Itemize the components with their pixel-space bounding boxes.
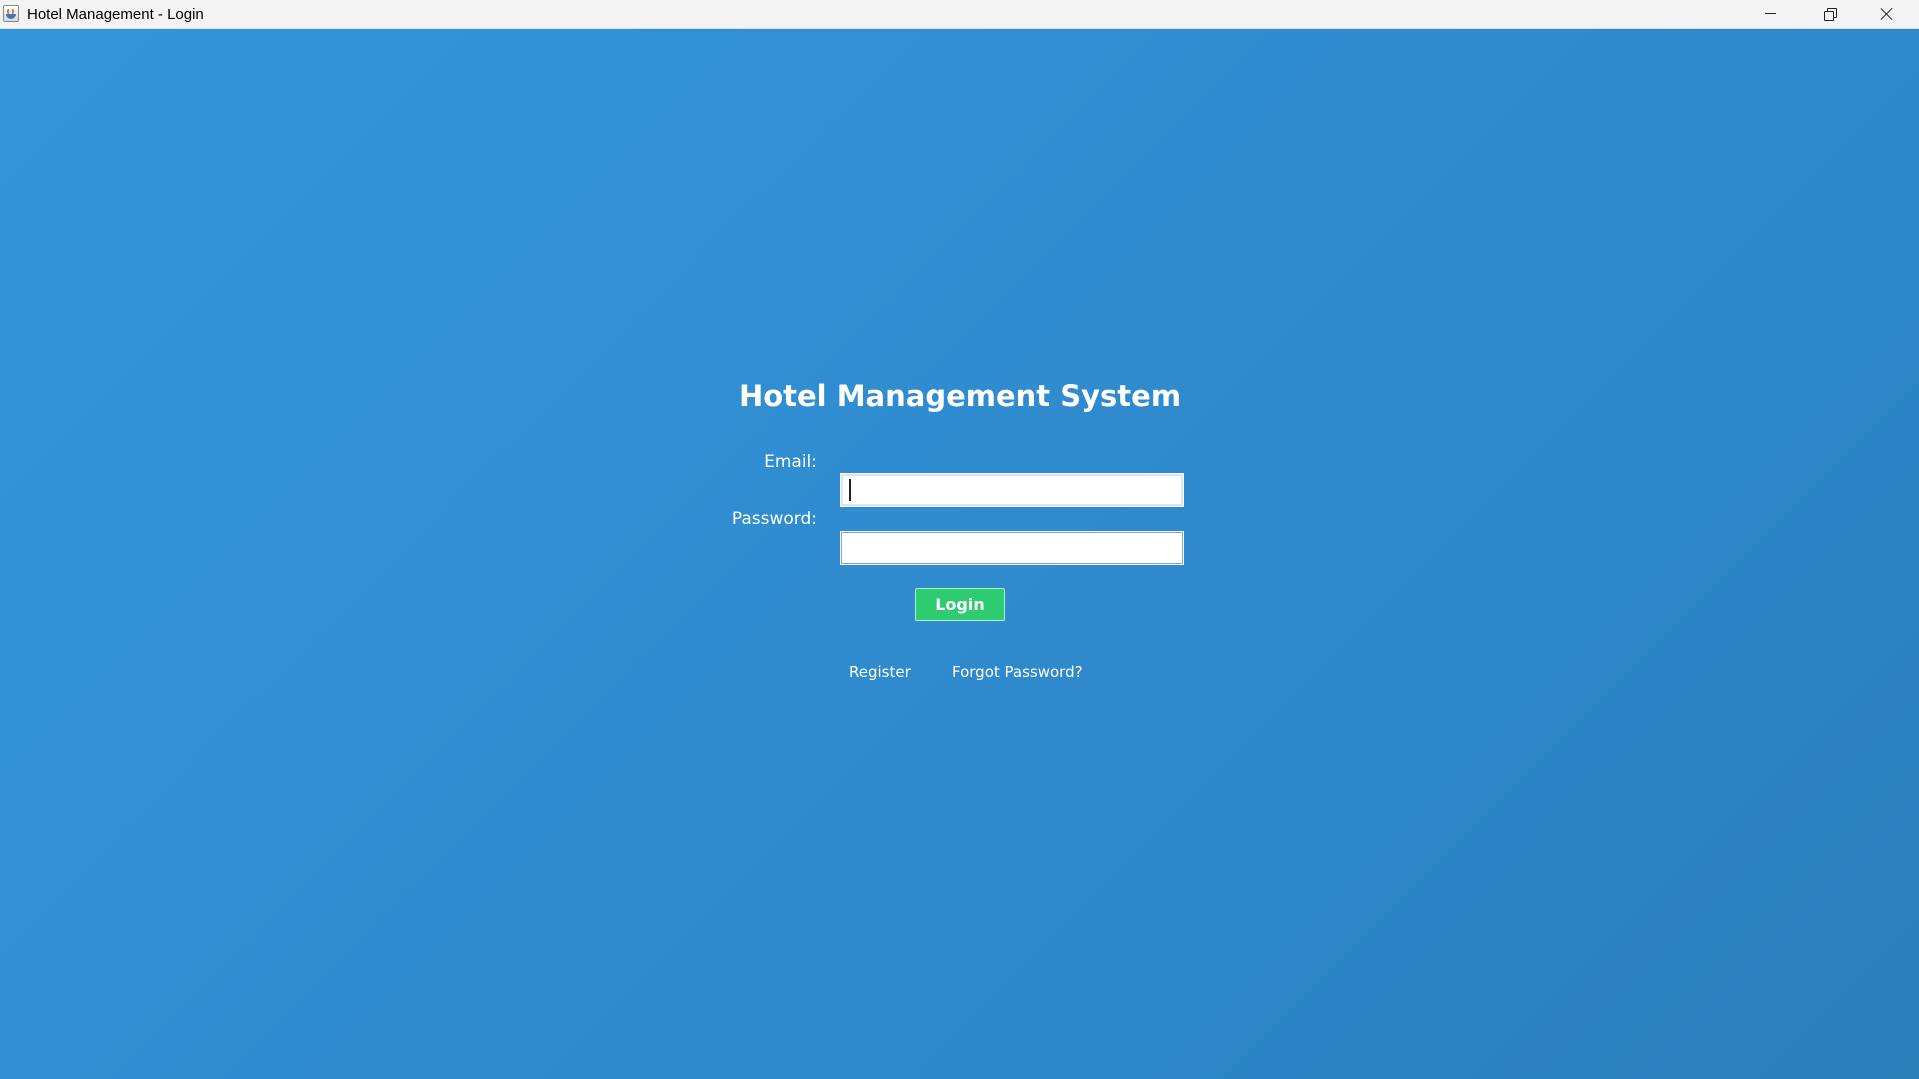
- java-app-icon: [3, 5, 19, 22]
- close-icon: [1880, 7, 1894, 21]
- close-button[interactable]: [1858, 0, 1916, 28]
- password-label: Password:: [731, 509, 817, 529]
- forgot-password-link[interactable]: Forgot Password?: [952, 662, 1083, 682]
- page-title: Hotel Management System: [738, 379, 1182, 413]
- title-bar[interactable]: Hotel Management - Login: [0, 0, 1919, 29]
- minimize-icon: [1765, 13, 1776, 14]
- app-window: Hotel Management - Login Hotel Managemen…: [0, 0, 1919, 1079]
- email-label: Email:: [764, 452, 817, 472]
- restore-icon: [1824, 8, 1837, 21]
- password-field[interactable]: [840, 531, 1184, 565]
- restore-button[interactable]: [1800, 0, 1858, 28]
- minimize-button[interactable]: [1742, 0, 1800, 28]
- register-link[interactable]: Register: [849, 662, 911, 682]
- text-caret: [849, 479, 851, 501]
- login-button[interactable]: Login: [915, 588, 1005, 621]
- email-field[interactable]: [840, 473, 1184, 507]
- window-title: Hotel Management - Login: [27, 6, 204, 23]
